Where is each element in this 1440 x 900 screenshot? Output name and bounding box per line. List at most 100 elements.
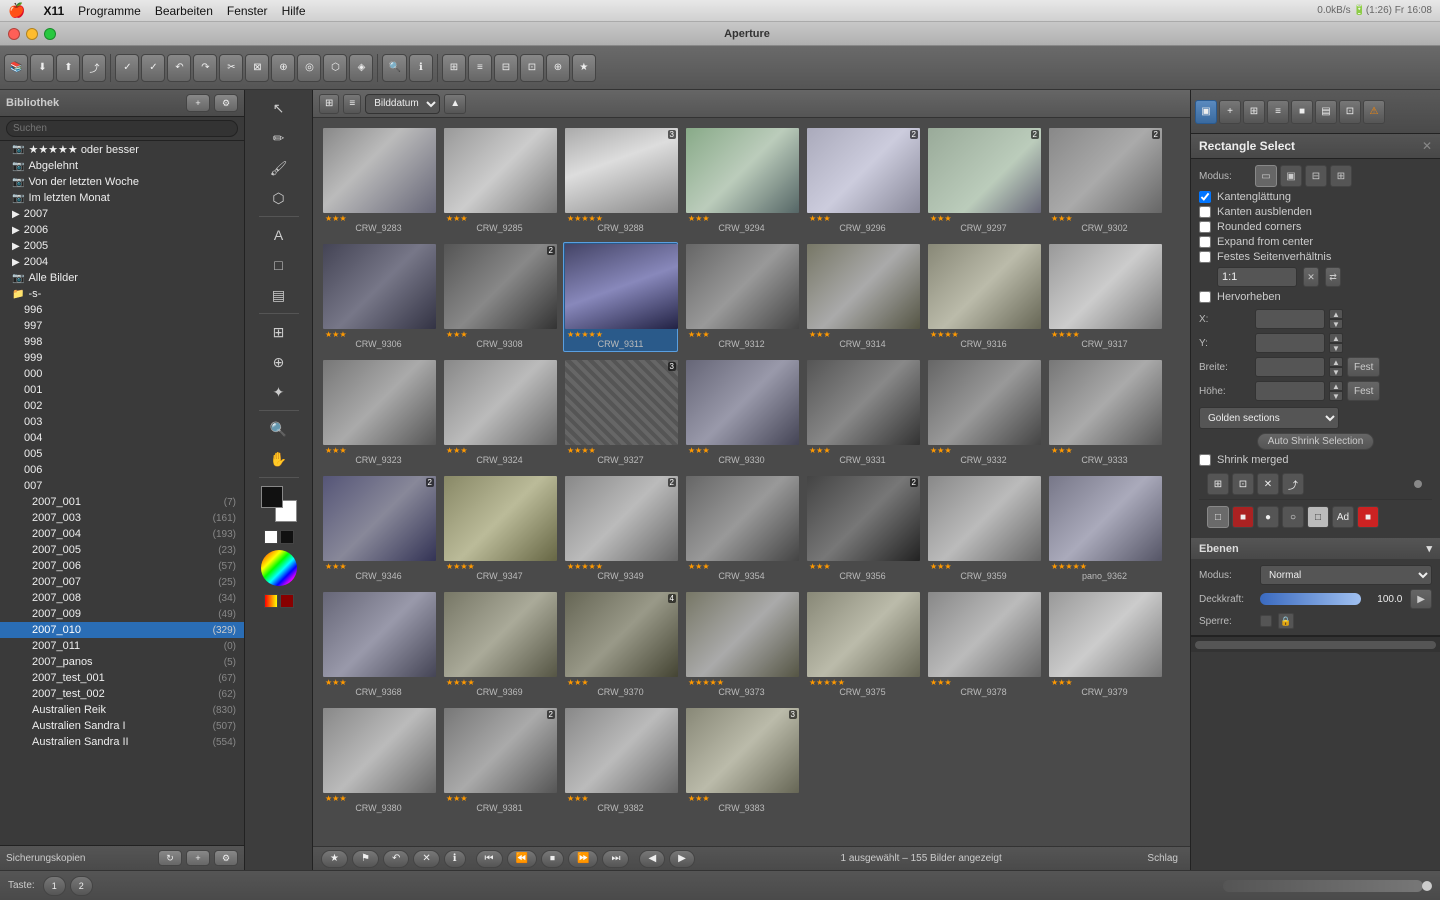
toolbar-star-btn[interactable]: ★ [572, 54, 596, 82]
photo-item-crw9359[interactable]: ★★★ CRW_9359 [926, 474, 1041, 584]
toolbar-list-btn[interactable]: ≡ [468, 54, 492, 82]
sidebar-item-000[interactable]: 000 [0, 366, 244, 382]
tool-fill[interactable]: ▤ [265, 281, 293, 309]
sidebar-item-999[interactable]: 999 [0, 350, 244, 366]
action-icon-4[interactable]: ⤴ [1282, 473, 1304, 495]
toolbar-straighten-btn[interactable]: ⊠ [245, 54, 269, 82]
sidebar-settings-btn[interactable]: ⚙ [214, 94, 238, 112]
toolbar-redeve-btn[interactable]: ◎ [297, 54, 321, 82]
rounded-corners-checkbox[interactable] [1199, 221, 1211, 233]
toolbar-stamp-btn[interactable]: ◈ [349, 54, 373, 82]
icon-row2-red2[interactable]: ■ [1357, 506, 1379, 528]
status-delete-btn[interactable]: ✕ [413, 850, 439, 868]
photo-item-crw9379[interactable]: ★★★ CRW_9379 [1047, 590, 1162, 700]
hoehe-fest-btn[interactable]: Fest [1347, 381, 1380, 401]
apple-menu[interactable]: 🍎 [8, 2, 25, 19]
photo-item-crw9327[interactable]: 3 ★★★★ CRW_9327 [563, 358, 678, 468]
hoehe-input[interactable]: 666 [1255, 381, 1325, 401]
photo-item-crw9356[interactable]: 2 ★★★ CRW_9356 [805, 474, 920, 584]
layers-header[interactable]: Ebenen ▾ [1191, 538, 1440, 559]
x-input[interactable]: 448 [1255, 309, 1325, 329]
tool-hand[interactable]: ✋ [265, 445, 293, 473]
photo-item-crw9347[interactable]: ★★★★ CRW_9347 [442, 474, 557, 584]
y-up-btn[interactable]: ▲ [1329, 333, 1343, 343]
toolbar-crop-btn[interactable]: ✂ [219, 54, 243, 82]
photo-item-crw9285[interactable]: ★★★ CRW_9285 [442, 126, 557, 236]
sidebar-item-2007test002[interactable]: 2007_test_002 (62) [0, 686, 244, 702]
play-prev-btn[interactable]: ⏮ [476, 850, 503, 868]
sidebar-item-australien-sandra-ii[interactable]: Australien Sandra II (554) [0, 734, 244, 750]
sidebar-item-australien-reik[interactable]: Australien Reik (830) [0, 702, 244, 718]
menu-bearbeiten[interactable]: Bearbeiten [155, 4, 213, 18]
y-input[interactable]: 292 [1255, 333, 1325, 353]
minimize-button[interactable] [26, 28, 38, 40]
sidebar-item-lastweek[interactable]: 📷 Von der letzten Woche [0, 174, 244, 190]
color-wheel[interactable] [261, 550, 297, 586]
play-next-btn[interactable]: ⏭ [602, 850, 629, 868]
photo-item-crw9297[interactable]: 2 ★★★ CRW_9297 [926, 126, 1041, 236]
rp-btn-pattern[interactable]: ⊡ [1339, 100, 1361, 124]
rp-btn-gradient[interactable]: ▤ [1315, 100, 1337, 124]
icon-row2-1[interactable]: □ [1207, 506, 1229, 528]
sidebar-item-998[interactable]: 998 [0, 334, 244, 350]
sidebar-refresh-btn[interactable]: ↻ [158, 850, 182, 866]
sidebar-item-004[interactable]: 004 [0, 430, 244, 446]
photo-item-crw9294[interactable]: ★★★ CRW_9294 [684, 126, 799, 236]
hoehe-down-btn[interactable]: ▼ [1329, 391, 1343, 401]
sidebar-item-2007007[interactable]: 2007_007 (25) [0, 574, 244, 590]
icon-row2-white[interactable]: □ [1307, 506, 1329, 528]
toolbar-full-btn[interactable]: ⊡ [520, 54, 544, 82]
browser-sort-dir-btn[interactable]: ▲ [444, 94, 466, 114]
toolbar-info-btn[interactable]: ℹ [409, 54, 433, 82]
breite-down-btn[interactable]: ▼ [1329, 367, 1343, 377]
bottom-btn-2[interactable]: 2 [70, 876, 93, 896]
tool-zoom-in[interactable]: 🔍 [265, 415, 293, 443]
sidebar-item-lastmonth[interactable]: 📷 Im letzten Monat [0, 190, 244, 206]
toolbar-library-btn[interactable]: 📚 [4, 54, 28, 82]
toolbar-brush-btn[interactable]: ⬡ [323, 54, 347, 82]
toolbar-retouch-btn[interactable]: ⊕ [271, 54, 295, 82]
tool-paint[interactable]: 🖌 [265, 154, 293, 182]
sidebar-item-s[interactable]: 📁 -s- [0, 286, 244, 302]
sidebar-item-001[interactable]: 001 [0, 382, 244, 398]
photo-item-crw9302[interactable]: 2 ★★★ CRW_9302 [1047, 126, 1162, 236]
nav-next-btn[interactable]: ▶ [669, 850, 695, 868]
play-back-btn[interactable]: ⏪ [507, 850, 537, 868]
play-fwd-btn[interactable]: ⏩ [568, 850, 598, 868]
sidebar-item-2007003[interactable]: 2007_003 (161) [0, 510, 244, 526]
tool-shape[interactable]: □ [265, 251, 293, 279]
menu-programme[interactable]: Programme [78, 4, 141, 18]
browser-list-btn[interactable]: ≡ [343, 94, 361, 114]
golden-sections-select[interactable]: Golden sections [1199, 407, 1339, 429]
photo-item-pano9362[interactable]: ★★★★★ pano_9362 [1047, 474, 1162, 584]
photo-item-crw9370[interactable]: 4 ★★★ CRW_9370 [563, 590, 678, 700]
toolbar-import-btn[interactable]: ⬇ [30, 54, 54, 82]
tool-transform[interactable]: ⊞ [265, 318, 293, 346]
sidebar-search-input[interactable] [6, 120, 238, 137]
auto-shrink-btn[interactable]: Auto Shrink Selection [1257, 433, 1375, 450]
ratio-clear-btn[interactable]: ✕ [1303, 267, 1319, 287]
mode-icon-subtract[interactable]: ⊟ [1305, 165, 1327, 187]
rp-btn-warning[interactable]: ⚠ [1363, 100, 1385, 124]
toolbar-search-btn[interactable]: 🔍 [382, 54, 406, 82]
dark-red-swatch[interactable] [280, 594, 294, 608]
sidebar-item-2006[interactable]: ▶ 2006 [0, 222, 244, 238]
ratio-input[interactable]: 1:1 [1217, 267, 1297, 287]
tool-select[interactable]: ↖ [265, 94, 293, 122]
rp-btn-select[interactable]: ▣ [1195, 100, 1217, 124]
action-icon-2[interactable]: ⊡ [1232, 473, 1254, 495]
sidebar-item-007[interactable]: 007 [0, 478, 244, 494]
icon-row2-dot[interactable]: ● [1257, 506, 1279, 528]
x-down-btn[interactable]: ▼ [1329, 319, 1343, 329]
tool-path[interactable]: ✏ [265, 124, 293, 152]
menu-x11[interactable]: X11 [43, 4, 64, 18]
sidebar-item-997[interactable]: 997 [0, 318, 244, 334]
mode-icon-intersect[interactable]: ⊞ [1330, 165, 1352, 187]
sidebar-item-2007001[interactable]: 2007_001 (7) [0, 494, 244, 510]
sidebar-item-australien-sandra-i[interactable]: Australien Sandra I (507) [0, 718, 244, 734]
toolbar-zoom-btn[interactable]: ⊕ [546, 54, 570, 82]
sidebar-item-2007004[interactable]: 2007_004 (193) [0, 526, 244, 542]
rs-close-icon[interactable]: ✕ [1422, 139, 1432, 153]
photo-item-crw9375[interactable]: ★★★★★ CRW_9375 [805, 590, 920, 700]
nav-prev-btn[interactable]: ◀ [639, 850, 665, 868]
